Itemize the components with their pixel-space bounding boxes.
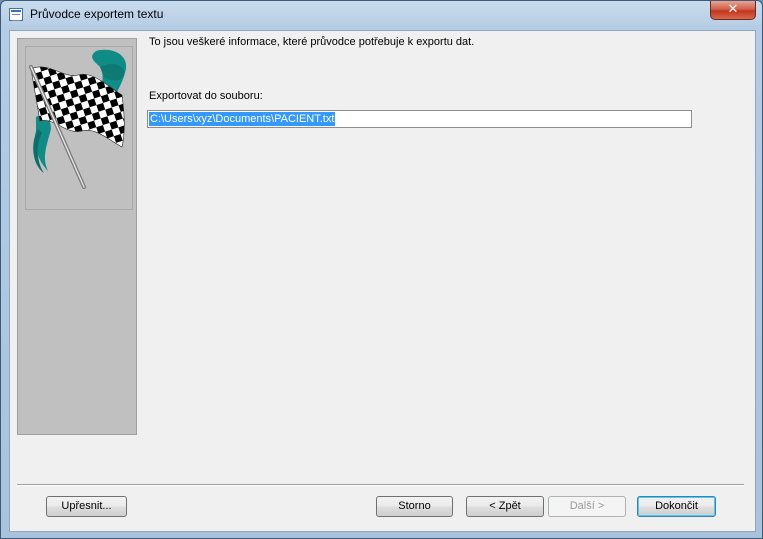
export-file-label: Exportovat do souboru: <box>149 90 263 102</box>
wizard-illustration <box>25 46 133 210</box>
advanced-button[interactable]: Upřesnit... <box>46 496 127 517</box>
export-file-path[interactable]: C:\Users\xyz\Documents\PACIENT.txt <box>149 112 336 126</box>
back-button[interactable]: < Zpět <box>466 496 544 517</box>
export-wizard-window: Průvodce exportem textu ✕ To jsou vešker… <box>0 0 763 539</box>
wizard-body: To jsou veškeré informace, které průvodc… <box>9 30 756 532</box>
checkered-flag-icon <box>29 49 127 189</box>
export-wizard-icon[interactable] <box>9 8 23 21</box>
wizard-side-panel <box>17 38 137 435</box>
intro-text: To jsou veškeré informace, které průvodc… <box>149 36 475 48</box>
window-title: Průvodce exportem textu <box>30 7 164 21</box>
title-bar[interactable]: Průvodce exportem textu ✕ <box>1 1 762 29</box>
cancel-button[interactable]: Storno <box>376 496 453 517</box>
export-file-field[interactable]: C:\Users\xyz\Documents\PACIENT.txt <box>147 110 692 128</box>
finish-button[interactable]: Dokončit <box>637 496 716 517</box>
button-separator <box>17 484 744 486</box>
close-button[interactable]: ✕ <box>710 1 756 20</box>
next-button[interactable]: Další > <box>548 496 626 517</box>
